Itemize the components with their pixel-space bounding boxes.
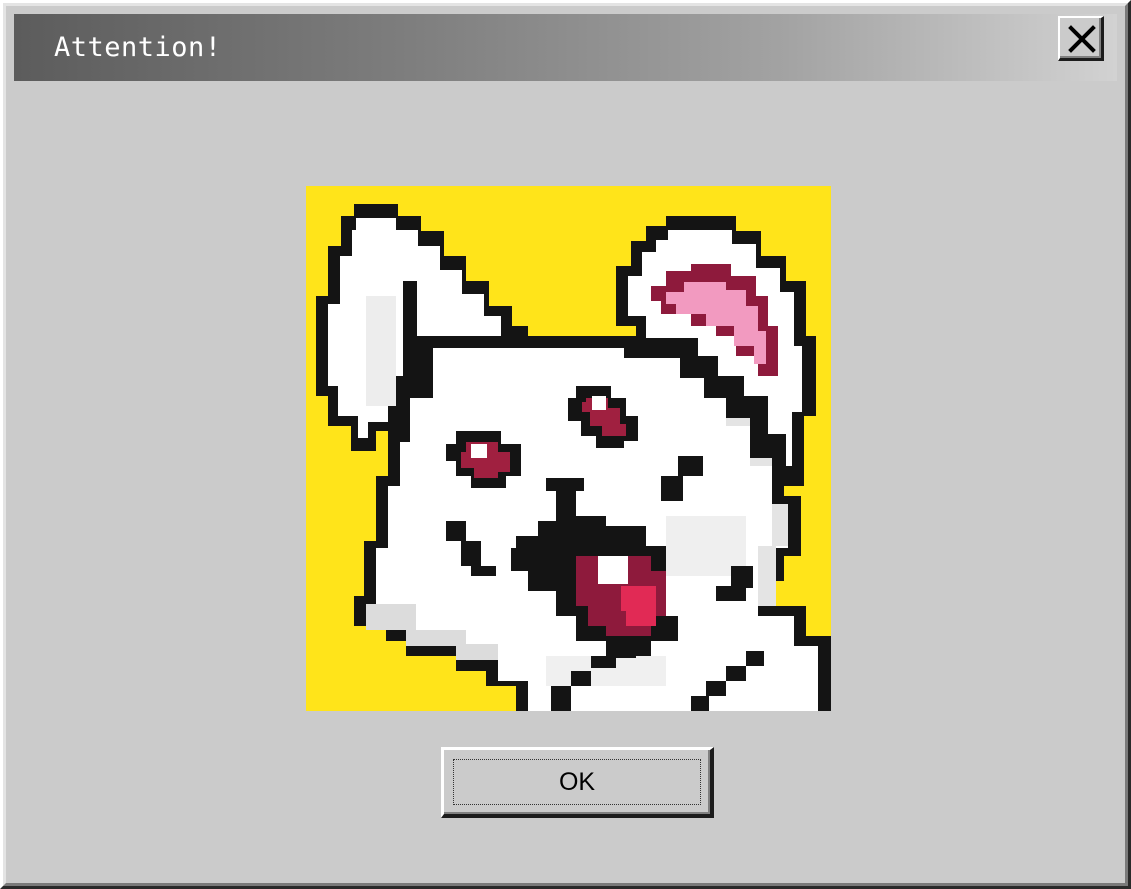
rabbit-illustration (306, 186, 831, 711)
ok-button-label: OK (558, 768, 596, 796)
rabbit-image (306, 186, 831, 711)
ok-button[interactable]: OK (441, 747, 714, 818)
dialog-title: Attention! (54, 32, 222, 63)
close-icon (1068, 25, 1096, 53)
title-bar[interactable]: Attention! (14, 14, 1117, 81)
close-button[interactable] (1058, 16, 1104, 61)
dialog-frame: Attention! OK (3, 3, 1128, 886)
alert-dialog: Attention! OK (0, 0, 1131, 889)
